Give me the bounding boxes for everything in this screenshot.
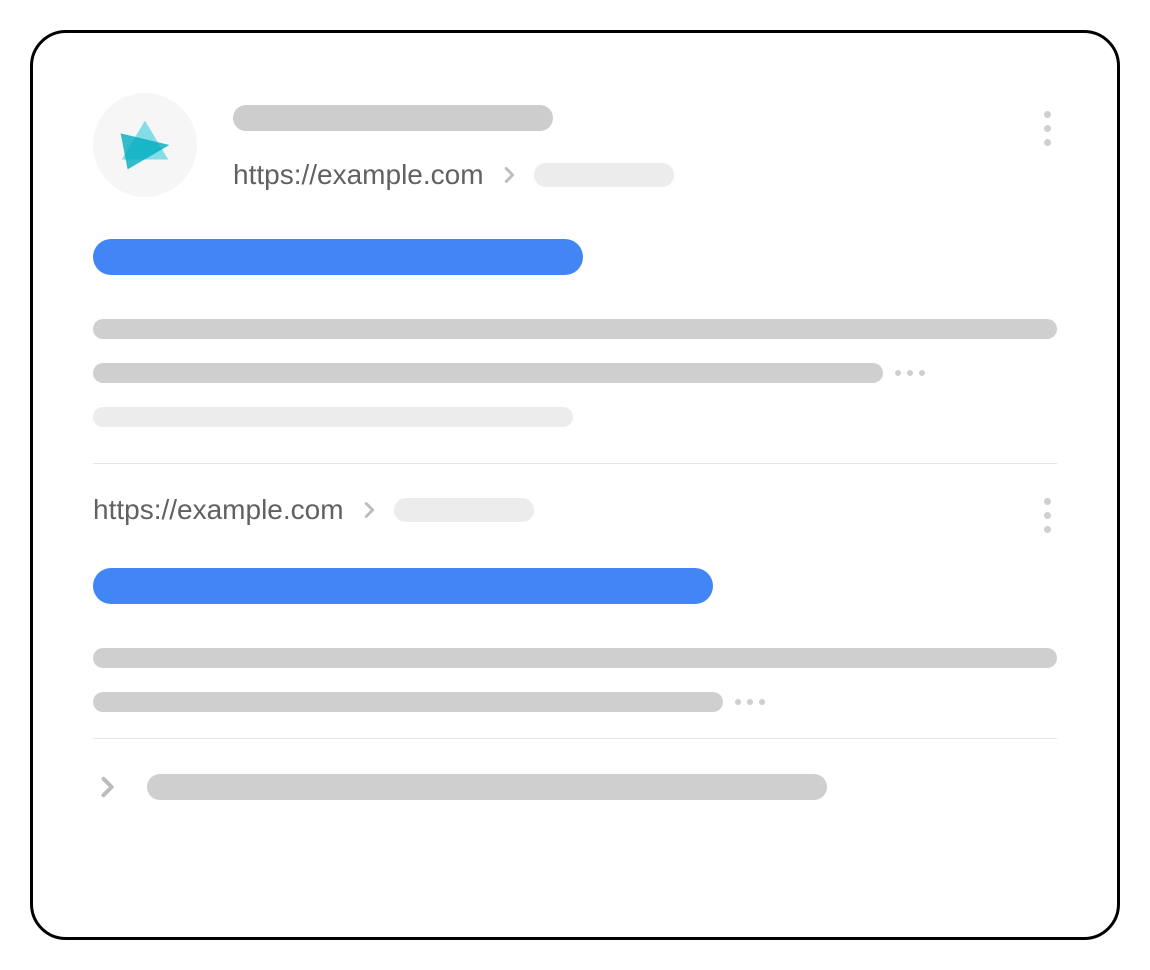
snippet-line (93, 648, 1057, 668)
result-url[interactable]: https://example.com (93, 494, 344, 526)
site-favicon (93, 93, 197, 197)
more-options-button[interactable] (1044, 111, 1051, 146)
snippet-meta-line (93, 407, 573, 427)
result-header: https://example.com (93, 494, 1057, 526)
result-snippet (93, 319, 1057, 427)
related-item-placeholder (147, 774, 827, 800)
result-header: https://example.com (93, 93, 1057, 197)
snippet-line (93, 319, 1057, 339)
result-divider (93, 463, 1057, 464)
breadcrumb-placeholder (394, 498, 534, 522)
result-divider (93, 738, 1057, 739)
result-url[interactable]: https://example.com (233, 159, 484, 191)
ellipsis-icon (895, 370, 925, 376)
chevron-right-icon (93, 773, 121, 801)
search-result-1: https://example.com (93, 93, 1057, 427)
ellipsis-icon (735, 699, 765, 705)
site-name-placeholder (233, 105, 553, 131)
chevron-right-icon (358, 499, 380, 521)
chevron-right-icon (498, 164, 520, 186)
breadcrumb-row[interactable]: https://example.com (233, 159, 1057, 191)
snippet-line (93, 692, 723, 712)
search-results-card: https://example.com (30, 30, 1120, 940)
breadcrumb-placeholder (534, 163, 674, 187)
related-footer-row[interactable] (93, 773, 1057, 801)
play-star-icon (116, 116, 174, 174)
result-snippet (93, 648, 1057, 712)
result-header-text: https://example.com (233, 93, 1057, 191)
result-title-link[interactable] (93, 568, 713, 604)
search-result-2: https://example.com (93, 494, 1057, 801)
result-title-link[interactable] (93, 239, 583, 275)
breadcrumb-row[interactable]: https://example.com (93, 494, 534, 526)
more-options-button[interactable] (1044, 498, 1051, 533)
snippet-line (93, 363, 883, 383)
